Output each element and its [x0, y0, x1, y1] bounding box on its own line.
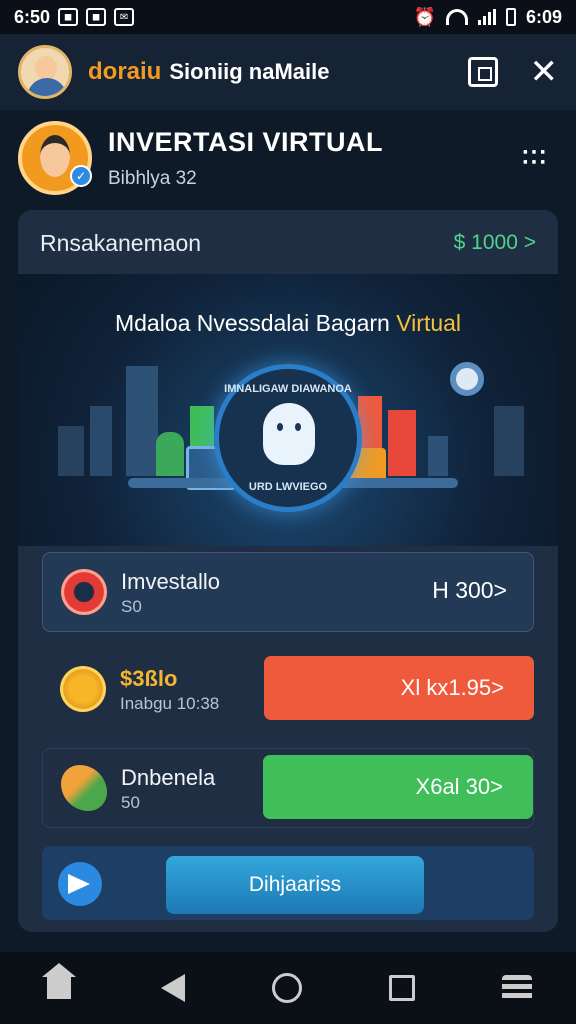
building-illustration [90, 406, 112, 476]
row-subtitle: Inabgu 10:38 [120, 694, 220, 713]
row-subtitle: S0 [121, 597, 142, 616]
status-time-right: 6:09 [525, 6, 562, 27]
app-header: doraiu Sioniig naMaile ✕ [0, 34, 576, 110]
banner-title-text: Mdaloa Nvessdalai Bagarn [114, 310, 397, 336]
list-item[interactable]: Imvestallo S0 H 300> [42, 552, 534, 632]
mail-icon: ✉ [114, 8, 135, 26]
send-icon[interactable] [58, 862, 102, 906]
row-title: Dnbenela [121, 765, 216, 790]
badge-bottom-text: URD LWVIEGO [248, 481, 328, 493]
verified-icon: ✓ [70, 165, 92, 187]
building-illustration [156, 432, 184, 476]
action-button-green[interactable]: X6al 30> [263, 755, 533, 819]
status-bar: 6:50 ◼ ◼ ✉ ⏰ 6:09 [0, 0, 576, 34]
primary-button[interactable]: Dihjaariss [166, 856, 424, 914]
promo-banner[interactable]: Mdaloa Nvessdalai Bagarn Virtual IMNALIG… [18, 274, 558, 546]
badge-top-text: IMNALIGAW DIAWANOA [224, 383, 352, 395]
balance-label: Rnsakanemaon [40, 229, 202, 256]
battery-icon [505, 8, 516, 26]
notification-icon: ◼ [58, 8, 79, 26]
list-item: Dnbenela 50 X6al 30> [42, 748, 534, 828]
building-illustration [494, 406, 524, 476]
close-icon[interactable]: ✕ [530, 52, 559, 92]
building-illustration [388, 410, 416, 476]
home-button-icon[interactable] [271, 973, 302, 1003]
list-item: $3ßlo Inabgu 10:38 Xl kx1.95> [42, 650, 534, 730]
signal-icon [477, 9, 496, 25]
more-icon[interactable]: ∙∙∙ ∙∙∙ [522, 141, 548, 175]
alarm-icon: ⏰ [413, 6, 436, 27]
brand: doraiu Sioniig naMaile [88, 58, 329, 86]
row-title: Imvestallo [121, 569, 221, 594]
status-time-left: 6:50 [14, 6, 51, 27]
camera-icon [450, 362, 484, 396]
menu-icon[interactable] [502, 975, 533, 1001]
profile-avatar[interactable]: ✓ [18, 121, 92, 195]
building-illustration [428, 436, 448, 476]
main-card: Rnsakanemaon $ 1000 > Mdaloa Nvessdalai … [18, 210, 558, 932]
mascot-icon [263, 403, 315, 465]
banner-title: Mdaloa Nvessdalai Bagarn Virtual [18, 310, 558, 337]
window-icon[interactable] [467, 57, 498, 87]
profile-section: ✓ INVERTASI VIRTUAL Bibhlya 32 ∙∙∙ ∙∙∙ [18, 118, 558, 198]
target-icon [61, 569, 107, 615]
mascot-badge: IMNALIGAW DIAWANOA URD LWVIEGO [214, 364, 362, 512]
brand-subtitle: Sioniig naMaile [169, 59, 330, 84]
building-illustration [126, 366, 158, 476]
banner-title-highlight: Virtual [396, 310, 462, 336]
balance-row[interactable]: Rnsakanemaon $ 1000 > [40, 228, 536, 258]
row-title: $3ßlo [120, 666, 178, 691]
row-subtitle: 50 [121, 793, 140, 812]
coin-icon [60, 666, 106, 712]
notification-icon: ◼ [86, 8, 107, 26]
back-icon[interactable] [160, 974, 185, 1002]
brand-logo: doraiu [88, 58, 162, 85]
building-illustration [58, 426, 84, 476]
leaf-icon [61, 765, 107, 811]
profile-subtitle: Bibhlya 32 [108, 167, 197, 189]
action-button-red[interactable]: Xl kx1.95> [264, 656, 534, 720]
wifi-icon [445, 9, 468, 25]
bottom-action: Dihjaariss [42, 846, 534, 920]
page-title: INVERTASI VIRTUAL [108, 126, 384, 157]
avatar[interactable] [18, 45, 72, 99]
home-icon[interactable] [41, 963, 76, 1001]
system-nav-bar [0, 952, 576, 1024]
row-value: H 300> [432, 577, 507, 603]
balance-value: $ 1000 > [453, 231, 536, 254]
recents-icon[interactable] [389, 975, 416, 1001]
